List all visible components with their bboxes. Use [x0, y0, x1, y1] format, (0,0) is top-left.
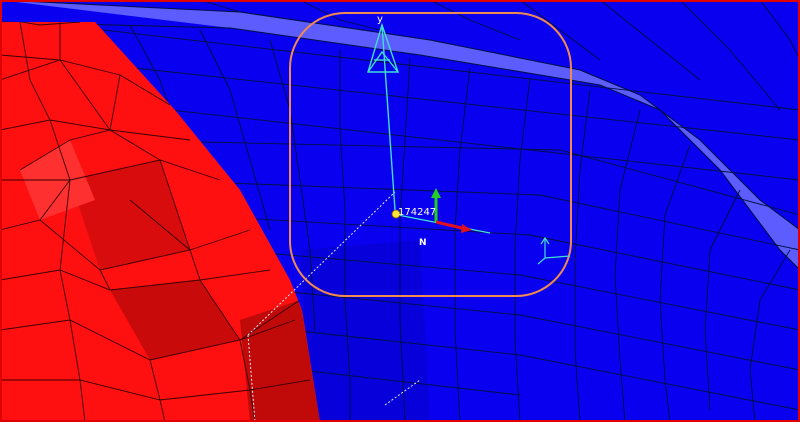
graphics-viewport[interactable]: y 174247 N	[0, 0, 800, 422]
node-id-label: 174247	[398, 207, 436, 218]
blue-mesh-shade	[300, 240, 430, 422]
normal-label: N	[419, 238, 427, 248]
y-axis-label: y	[377, 14, 383, 25]
mesh-canvas[interactable]: y 174247 N	[0, 0, 800, 422]
